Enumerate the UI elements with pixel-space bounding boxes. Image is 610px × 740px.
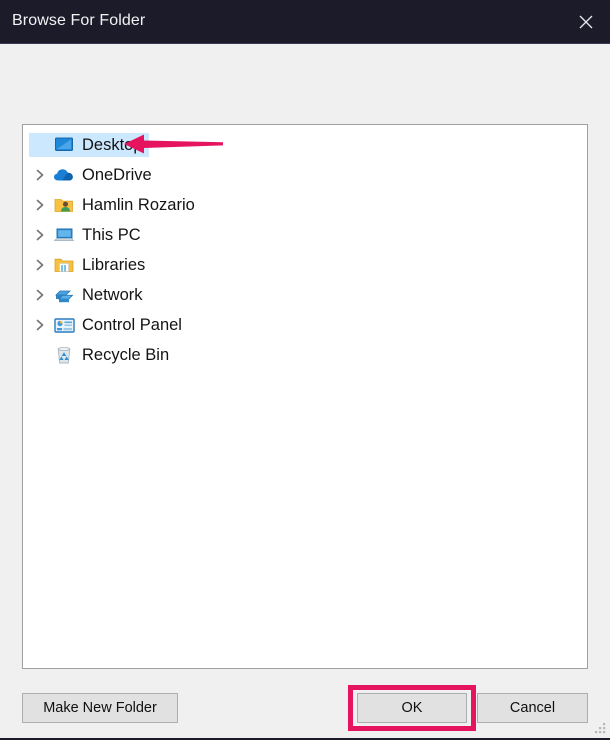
desktop-monitor-icon xyxy=(51,135,77,155)
close-icon xyxy=(576,12,596,32)
user-folder-icon xyxy=(51,196,77,214)
folder-tree: Desktop OneDrive Hamlin Rozario This PC … xyxy=(23,130,587,370)
resize-grip[interactable] xyxy=(593,721,607,735)
window-title: Browse For Folder xyxy=(12,12,146,29)
control-panel-icon xyxy=(51,317,77,334)
make-new-folder-button[interactable]: Make New Folder xyxy=(22,693,178,723)
network-icon xyxy=(51,286,77,304)
cloud-icon xyxy=(51,166,77,184)
tree-item-label: Recycle Bin xyxy=(82,345,170,364)
tree-item-label: This PC xyxy=(82,225,141,244)
tree-item-onedrive[interactable]: OneDrive xyxy=(23,160,587,190)
recycle-bin-icon xyxy=(51,346,77,365)
laptop-icon xyxy=(51,226,77,244)
tree-item-user-folder[interactable]: Hamlin Rozario xyxy=(23,190,587,220)
tree-item-label: Libraries xyxy=(82,255,146,274)
tree-item-libraries[interactable]: Libraries xyxy=(23,250,587,280)
chevron-right-icon[interactable] xyxy=(29,258,51,272)
chevron-right-icon[interactable] xyxy=(29,288,51,302)
tree-item-control-panel[interactable]: Control Panel xyxy=(23,310,587,340)
tree-item-label: OneDrive xyxy=(82,165,152,184)
cancel-button[interactable]: Cancel xyxy=(477,693,588,723)
tree-item-label: Hamlin Rozario xyxy=(82,195,195,214)
chevron-right-icon[interactable] xyxy=(29,318,51,332)
chevron-right-icon[interactable] xyxy=(29,228,51,242)
tree-item-this-pc[interactable]: This PC xyxy=(23,220,587,250)
ok-button[interactable]: OK xyxy=(357,693,467,723)
tree-item-label: Network xyxy=(82,285,143,304)
libraries-folder-icon xyxy=(51,256,77,274)
tree-item-network[interactable]: Network xyxy=(23,280,587,310)
chevron-right-icon[interactable] xyxy=(29,198,51,212)
title-bar: Browse For Folder xyxy=(0,0,610,44)
chevron-right-icon[interactable] xyxy=(29,168,51,182)
tree-item-label: Desktop xyxy=(82,135,143,154)
tree-item-recycle-bin[interactable]: Recycle Bin xyxy=(23,340,587,370)
tree-item-label: Control Panel xyxy=(82,315,182,334)
folder-tree-panel[interactable]: Desktop OneDrive Hamlin Rozario This PC … xyxy=(22,124,588,669)
tree-item-desktop[interactable]: Desktop xyxy=(23,130,587,160)
close-button[interactable] xyxy=(562,0,610,44)
